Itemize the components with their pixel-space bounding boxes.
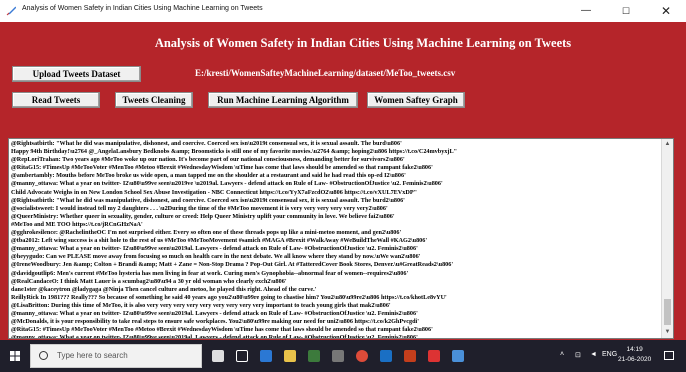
store-icon[interactable] bbox=[308, 350, 320, 362]
output-line: @RitaG15: #TimesUp #MeTooVoter #MenToo #… bbox=[11, 326, 433, 334]
output-line: Child Advocate Weighs in on New London S… bbox=[11, 188, 418, 196]
windows-taskbar: Type here to search ˄ ⊡ ◄ ENG 14:19 21-0… bbox=[0, 340, 686, 372]
close-button[interactable]: ✕ bbox=[646, 0, 686, 22]
output-line: ReillyRick In 1981??? Really??? So becau… bbox=[11, 293, 447, 301]
scroll-thumb[interactable] bbox=[664, 299, 671, 325]
output-line: @gghrokesilence: @RachelintheOC I'm not … bbox=[11, 229, 402, 237]
tweets-output-lines: @Rightsatbirth: "What he did was manipul… bbox=[11, 140, 659, 339]
women-safety-graph-button[interactable]: Women Saftey Graph bbox=[367, 92, 465, 108]
output-line: @Rightsatbirth: "What he did was manipul… bbox=[11, 196, 405, 204]
minimize-button[interactable]: — bbox=[566, 0, 606, 22]
edge-browser-icon[interactable] bbox=[260, 350, 272, 362]
window-title: Analysis of Women Safety in Indian Citie… bbox=[22, 5, 263, 12]
word-icon[interactable] bbox=[380, 350, 392, 362]
windows-start-icon[interactable] bbox=[10, 351, 20, 361]
taskbar-search-box[interactable]: Type here to search bbox=[30, 344, 202, 368]
mail-icon[interactable] bbox=[332, 350, 344, 362]
taskbar-clock[interactable]: 14:19 21-06-2020 bbox=[618, 345, 651, 365]
output-line: @manny_ottawa: What a year on twitter- I… bbox=[11, 245, 418, 253]
tweets-cleaning-button[interactable]: Tweets Cleaning bbox=[115, 92, 193, 108]
output-line: @manny_ottawa: What a year on twitter- I… bbox=[11, 309, 418, 317]
dataset-path-label: E:/kresti/WomenSafteyMachineLearning/dat… bbox=[195, 68, 456, 78]
search-icon bbox=[39, 351, 48, 360]
tray-up-arrow-icon[interactable]: ˄ bbox=[560, 351, 564, 358]
output-line: dane1ster @kaceytron @ladygaga @Ninja Th… bbox=[11, 285, 317, 293]
output-line: Happy 94th Birthday!\u2764 @_AngelaLansb… bbox=[11, 148, 458, 156]
scroll-up-arrow-icon[interactable]: ▲ bbox=[662, 139, 673, 150]
language-label[interactable]: ENG bbox=[602, 351, 617, 358]
output-line: @RitaG15: #TimesUp #MeTooVoter #MenToo #… bbox=[11, 164, 433, 172]
output-line: @LisaBritton: During this time of MeToo,… bbox=[11, 301, 391, 309]
window-titlebar: Analysis of Women Safety in Indian Citie… bbox=[0, 0, 686, 23]
task-view-icon[interactable] bbox=[236, 350, 248, 362]
chrome-icon[interactable] bbox=[356, 350, 368, 362]
output-line: @davidgoutlip6: Men's current #MeToo hys… bbox=[11, 269, 409, 277]
pdf-reader-icon[interactable] bbox=[428, 350, 440, 362]
notification-icon[interactable] bbox=[664, 351, 674, 360]
output-line: @QueerMinistry: Whether queer in sexuali… bbox=[11, 212, 395, 220]
output-line: @socialistsweet: I would instead tell my… bbox=[11, 204, 388, 212]
output-line: @manny_ottawa: What a year on twitter- I… bbox=[11, 334, 418, 339]
output-line: @IreneWoodbury: Jen &amp; Colton + Brand… bbox=[11, 261, 454, 269]
python-icon[interactable] bbox=[452, 350, 464, 362]
mic-icon[interactable] bbox=[212, 350, 224, 362]
app-main-panel: Analysis of Women Safety in Indian Citie… bbox=[0, 22, 686, 340]
output-line: @heyygudo: Can we PLEASE move away from … bbox=[11, 253, 421, 261]
volume-icon[interactable]: ◄ bbox=[590, 351, 597, 358]
file-explorer-icon[interactable] bbox=[284, 350, 296, 362]
clock-time: 14:19 bbox=[626, 346, 643, 353]
output-line: @ambertambly: Mouths before MeToo broke … bbox=[11, 172, 406, 180]
output-line: @RepLoriTrahan: Two years ago #MeToo wok… bbox=[11, 156, 405, 164]
output-line: #MeToo and ME TOO https://t.co/jRCnGHzNa… bbox=[11, 220, 143, 228]
search-placeholder: Type here to search bbox=[57, 351, 128, 360]
tweets-output-textarea[interactable]: @Rightsatbirth: "What he did was manipul… bbox=[8, 138, 674, 339]
upload-dataset-button[interactable]: Upload Tweets Dataset bbox=[12, 66, 141, 82]
clock-date: 21-06-2020 bbox=[618, 356, 652, 363]
read-tweets-button[interactable]: Read Tweets bbox=[12, 92, 100, 108]
output-line: @manny_ottawa: What a year on twitter- I… bbox=[11, 180, 443, 188]
output-line: @RealCandaceO: I think Matt Lauer is a s… bbox=[11, 277, 287, 285]
powerpoint-icon[interactable] bbox=[404, 350, 416, 362]
run-ml-algorithm-button[interactable]: Run Machine Learning Algorithm bbox=[208, 92, 358, 108]
scroll-down-arrow-icon[interactable]: ▼ bbox=[662, 327, 673, 338]
output-line: @tba2012: Left wing success is a shit ho… bbox=[11, 237, 428, 245]
output-scrollbar[interactable]: ▲ ▼ bbox=[661, 139, 673, 338]
output-line: @Rightsatbirth: "What he did was manipul… bbox=[11, 140, 402, 147]
maximize-button[interactable]: ☐ bbox=[606, 0, 646, 22]
output-line: @McDonalds, it is your responsibility to… bbox=[11, 318, 419, 326]
feather-app-icon bbox=[6, 6, 16, 16]
network-icon[interactable]: ⊡ bbox=[575, 351, 581, 359]
app-heading: Analysis of Women Safety in Indian Citie… bbox=[154, 36, 572, 50]
